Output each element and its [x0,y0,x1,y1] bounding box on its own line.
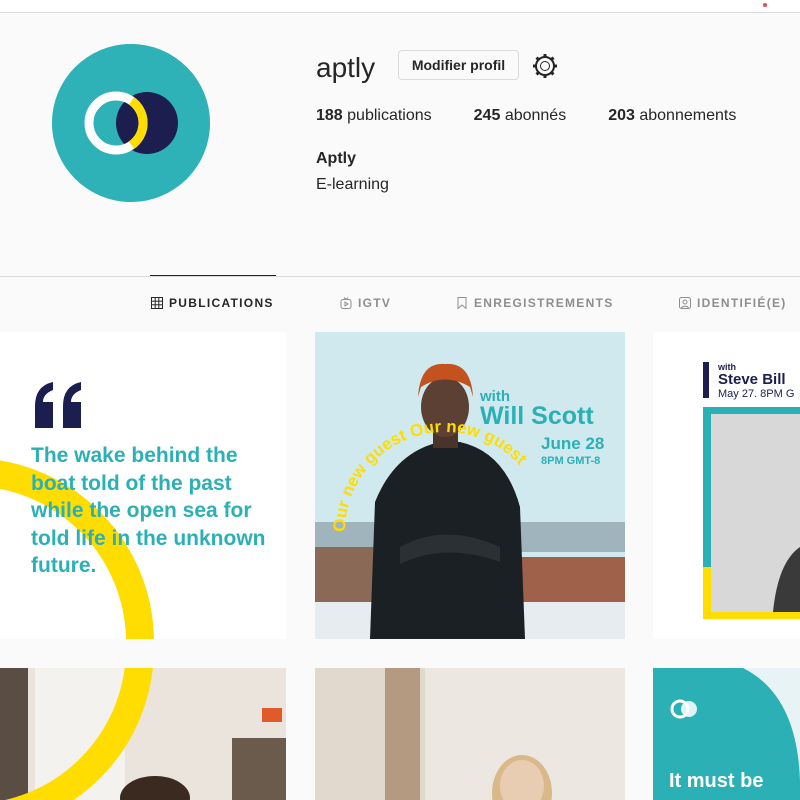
post-headline: It must be [669,770,764,792]
aptly-logo [52,44,210,202]
post-time: 8PM GMT-8 [541,455,601,467]
profile-stats: 188 publications 245 abonnés 203 abonnem… [316,107,778,125]
tab-tagged[interactable]: IDENTIFIÉ(E) [679,296,787,310]
curved-guest-text: Our new guest Our new guest [330,417,531,532]
post-guest-name: Steve Bill [718,371,786,388]
post-tile[interactable]: The wake behind the boat told of the pas… [0,332,286,639]
tab-igtv[interactable]: IGTV [340,296,391,310]
stat-followers[interactable]: 245 abonnés [474,107,567,125]
post-tile[interactable] [315,668,625,800]
tab-label: IDENTIFIÉ(E) [697,296,787,310]
curved-text-ring: Our new guest Our new guest [330,417,531,532]
post-photo [0,668,286,800]
profile-full-name: Aptly [316,150,356,167]
tab-saved[interactable]: ENREGISTREMENTS [456,296,614,310]
stat-value: 188 [316,107,343,124]
stat-label: publications [347,107,432,124]
bookmark-icon [457,297,467,309]
stat-label: abonnements [639,107,737,124]
post-tile[interactable] [0,668,286,800]
stat-following[interactable]: 203 abonnements [608,107,736,125]
svg-text:Our new guest Our new guest: Our new guest Our new guest [330,417,531,532]
post-photo [315,668,625,800]
post-quote-text: The wake behind the boat told of the pas… [31,444,266,577]
tagged-icon [679,297,691,309]
quote-mark-icon [35,382,81,428]
tab-label: ENREGISTREMENTS [474,296,614,310]
post-date: June 28 [541,434,605,453]
notification-dot [763,3,767,7]
profile-avatar[interactable] [52,44,210,202]
profile-bio: E-learning [316,176,389,193]
post-tile[interactable]: Our new guest Our new guest with Will Sc… [315,332,625,639]
igtv-icon [340,297,352,309]
tab-publications[interactable]: PUBLICATIONS [151,296,274,310]
profile-username: aptly [316,52,376,83]
stat-value: 245 [473,107,501,124]
tabs-divider [0,276,800,277]
edit-profile-button[interactable]: Modifier profil [398,50,519,80]
tab-label: IGTV [358,296,392,310]
tab-label: PUBLICATIONS [169,296,274,310]
top-navigation-bar [0,0,800,13]
stat-value: 203 [608,107,635,124]
settings-gear-icon[interactable] [531,52,559,80]
active-tab-indicator [150,275,276,276]
post-date: May 27. 8PM G [718,388,795,400]
post-tile[interactable]: with Steve Bill May 27. 8PM G [653,332,800,639]
post-tile[interactable]: It must be [653,668,800,800]
stat-publications[interactable]: 188 publications [316,107,432,125]
post-guest-name: Will Scott [480,402,594,430]
grid-icon [151,297,163,309]
stat-label: abonnés [504,107,567,124]
